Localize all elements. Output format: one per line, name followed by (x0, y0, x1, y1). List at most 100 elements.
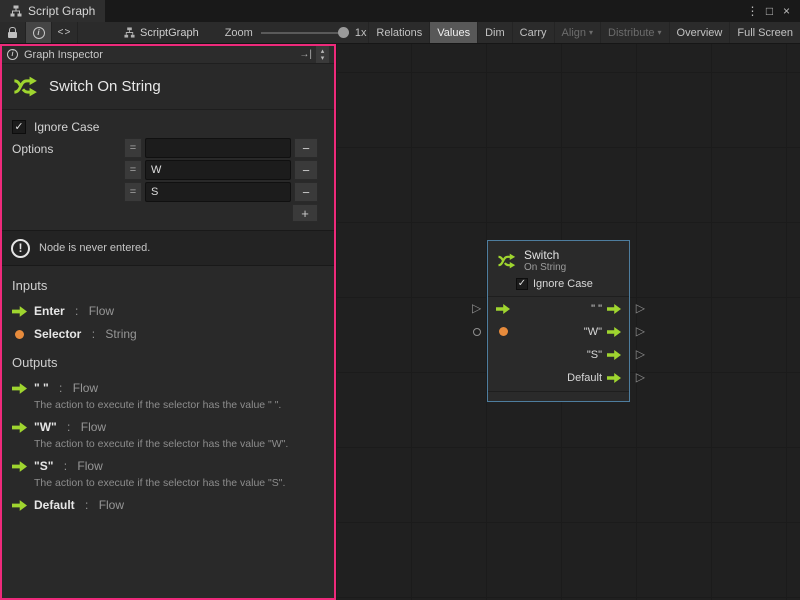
output-port-row: "W" : Flow (12, 420, 324, 434)
fullscreen-label: Full Screen (737, 27, 793, 39)
zoom-slider-track (261, 32, 349, 34)
port-separator: : (60, 459, 70, 473)
dock-icon[interactable]: →| (299, 49, 312, 60)
main-area: Switch On String ✓ Ignore Case ▷ " " (0, 44, 800, 600)
flow-output-icon[interactable] (607, 304, 621, 314)
node-header[interactable]: Switch On String ✓ Ignore Case (488, 241, 629, 296)
output-port-connector-icon[interactable]: ▷ (636, 370, 645, 384)
values-button[interactable]: Values (429, 22, 477, 43)
flow-output-icon[interactable] (607, 350, 621, 360)
port-description: The action to execute if the selector ha… (34, 477, 324, 489)
flow-output-icon (12, 383, 27, 394)
node-port-label: "S" (587, 349, 602, 361)
inspector-node-title: Switch On String (49, 78, 161, 95)
node-ignore-case-checkbox[interactable]: ✓ (516, 278, 528, 290)
scroll-spinner[interactable]: ▴ ▾ (316, 46, 329, 63)
option-row: = W − (124, 160, 318, 180)
graph-inspector-panel: i Graph Inspector →| ▴ ▾ Switch On Strin… (0, 44, 336, 600)
maximize-icon[interactable]: □ (761, 4, 778, 18)
drag-handle-icon[interactable]: = (124, 160, 142, 180)
port-name: Default (34, 498, 75, 512)
output-port-row: "S" : Flow (12, 459, 324, 473)
warning-banner: ! Node is never entered. (2, 230, 334, 266)
graph-canvas[interactable]: Switch On String ✓ Ignore Case ▷ " " (336, 44, 800, 600)
port-separator: : (56, 381, 66, 395)
flow-output-icon (12, 500, 27, 511)
flow-output-icon[interactable] (607, 373, 621, 383)
options-list: = − = W − = S − + (124, 138, 318, 222)
remove-option-button[interactable]: − (294, 138, 318, 158)
port-name: "S" (34, 459, 53, 473)
port-type: String (105, 327, 136, 341)
window-titlebar: Script Graph ⋮ □ × (0, 0, 800, 22)
switch-on-string-node[interactable]: Switch On String ✓ Ignore Case ▷ " " (487, 240, 630, 402)
align-button[interactable]: Align ▾ (554, 22, 600, 43)
close-icon[interactable]: × (778, 4, 795, 18)
drag-handle-icon[interactable]: = (124, 182, 142, 202)
selector-port-connector-icon[interactable] (473, 328, 481, 336)
output-port-connector-icon[interactable]: ▷ (636, 324, 645, 338)
carry-label: Carry (520, 27, 547, 39)
fullscreen-button[interactable]: Full Screen (729, 22, 800, 43)
chevron-down-icon: ▾ (658, 28, 662, 37)
add-option-button[interactable]: + (292, 204, 318, 222)
remove-option-button[interactable]: − (294, 182, 318, 202)
flow-output-icon[interactable] (607, 327, 621, 337)
titlebar-controls: ⋮ □ × (744, 0, 800, 22)
code-view-button[interactable]: <> (52, 22, 78, 43)
port-separator: : (64, 420, 74, 434)
spinner-down-icon[interactable]: ▾ (321, 55, 325, 62)
breadcrumb[interactable]: ScriptGraph (124, 22, 199, 43)
node-row-s: "S" ▷ (488, 343, 629, 366)
zoom-slider[interactable] (261, 22, 349, 43)
remove-option-button[interactable]: − (294, 160, 318, 180)
relations-label: Relations (376, 27, 422, 39)
node-title-section: Switch On String (2, 64, 334, 110)
flow-output-icon (12, 461, 27, 472)
switch-icon (496, 251, 516, 271)
outputs-heading: Outputs (12, 355, 324, 370)
kebab-menu-icon[interactable]: ⋮ (744, 4, 761, 18)
output-port-row: Default : Flow (12, 498, 324, 512)
align-label: Align (562, 27, 586, 39)
port-type: Flow (77, 459, 102, 473)
port-type: Flow (73, 381, 98, 395)
overview-button[interactable]: Overview (669, 22, 730, 43)
code-icon: <> (58, 27, 72, 38)
port-type: Flow (89, 304, 114, 318)
output-port-connector-icon[interactable]: ▷ (636, 301, 645, 315)
carry-button[interactable]: Carry (512, 22, 554, 43)
switch-icon (11, 73, 38, 100)
lock-button[interactable] (0, 22, 26, 43)
distribute-button[interactable]: Distribute ▾ (600, 22, 668, 43)
distribute-label: Distribute (608, 27, 654, 39)
node-ignore-case-label: Ignore Case (533, 278, 593, 290)
enter-port-connector-icon[interactable]: ▷ (472, 301, 481, 315)
node-row-selector: "W" ▷ (488, 320, 629, 343)
dim-button[interactable]: Dim (477, 22, 512, 43)
port-separator: : (82, 498, 92, 512)
ignore-case-checkbox[interactable]: ✓ (12, 120, 26, 134)
drag-handle-icon[interactable]: = (124, 138, 142, 158)
relations-button[interactable]: Relations (368, 22, 429, 43)
inspector-toggle-button[interactable]: i (26, 22, 52, 43)
node-properties: ✓ Ignore Case Options = − = W − (2, 110, 334, 226)
value-input-icon (15, 330, 24, 339)
flow-input-icon[interactable] (496, 304, 510, 314)
option-input[interactable]: W (145, 160, 291, 180)
zoom-slider-handle[interactable] (338, 27, 349, 38)
node-row-enter: ▷ " " ▷ (488, 297, 629, 320)
port-description: The action to execute if the selector ha… (34, 438, 324, 450)
overview-label: Overview (677, 27, 723, 39)
option-input[interactable] (145, 138, 291, 158)
lock-icon (8, 32, 17, 38)
option-input[interactable]: S (145, 182, 291, 202)
tab-title: Script Graph (28, 4, 95, 18)
output-port-connector-icon[interactable]: ▷ (636, 347, 645, 361)
spinner-up-icon[interactable]: ▴ (321, 48, 325, 55)
port-separator: : (88, 327, 98, 341)
port-name: "W" (34, 420, 57, 434)
selector-value-icon[interactable] (499, 327, 508, 336)
tab-script-graph[interactable]: Script Graph (0, 0, 105, 22)
node-row-default: Default ▷ (488, 366, 629, 389)
